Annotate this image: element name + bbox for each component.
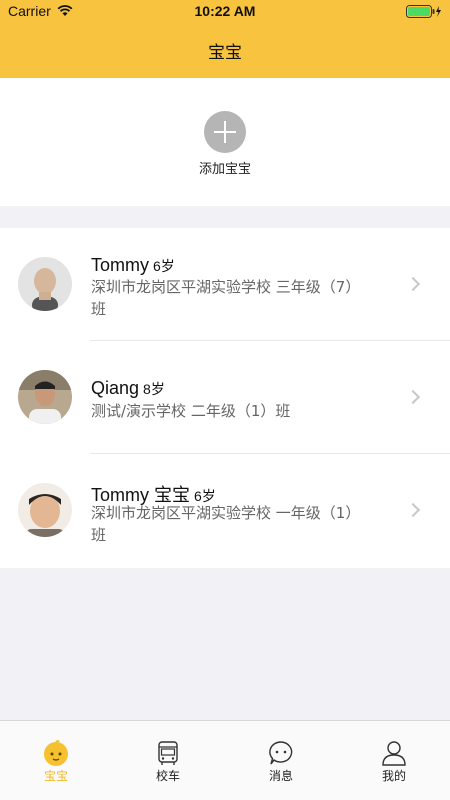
child-name: Qiang — [91, 378, 140, 398]
plus-icon[interactable] — [204, 111, 246, 153]
chevron-right-icon — [405, 389, 421, 405]
child-age: 6岁 — [153, 258, 175, 274]
page-title: 宝宝 — [208, 43, 242, 63]
chat-bubble-icon — [269, 741, 293, 765]
tab-me[interactable]: 我的 — [338, 721, 450, 791]
tab-label: 宝宝 — [43, 769, 68, 783]
child-name-line: Qiang 8岁 — [91, 378, 165, 399]
status-bar: Carrier 10:22 AM — [0, 0, 450, 22]
tab-label: 我的 — [381, 769, 406, 783]
children-list: Tommy 6岁 深圳市龙岗区平湖实验学校 三年级（7）班 Qiang 8岁 测试/… — [0, 228, 450, 568]
child-name-line: Tommy 6岁 — [91, 255, 175, 276]
bus-icon — [158, 741, 178, 765]
chevron-right-icon — [405, 276, 421, 292]
child-name: Tommy — [91, 255, 149, 275]
tab-label: 消息 — [268, 769, 293, 783]
list-item[interactable]: Tommy 宝宝 6岁 深圳市龙岗区平湖实验学校 一年级（1）班 — [0, 454, 450, 567]
child-school: 深圳市龙岗区平湖实验学校 一年级（1）班 — [91, 504, 361, 544]
tab-bar: 宝宝 校车 消息 我的 — [0, 720, 450, 800]
avatar — [18, 483, 72, 537]
chevron-right-icon — [405, 502, 421, 518]
list-item[interactable]: Tommy 6岁 深圳市龙岗区平湖实验学校 三年级（7）班 — [0, 228, 450, 341]
child-school: 深圳市龙岗区平湖实验学校 三年级（7）班 — [91, 278, 361, 318]
tab-bus[interactable]: 校车 — [112, 721, 224, 791]
tab-baby[interactable]: 宝宝 — [0, 721, 112, 791]
tab-messages[interactable]: 消息 — [225, 721, 337, 791]
status-time: 10:22 AM — [194, 3, 256, 19]
child-age: 8岁 — [143, 381, 165, 397]
list-item[interactable]: Qiang 8岁 测试/演示学校 二年级（1）班 — [0, 341, 450, 454]
add-baby-label[interactable]: 添加宝宝 — [0, 158, 450, 177]
person-icon — [382, 741, 406, 766]
tab-label: 校车 — [155, 769, 180, 783]
avatar — [18, 257, 72, 311]
baby-face-icon — [44, 740, 68, 766]
child-school: 测试/演示学校 二年级（1）班 — [91, 402, 291, 420]
battery-icon — [406, 5, 441, 18]
add-baby-section: 添加宝宝 — [0, 78, 450, 206]
navigation-header: Carrier 10:22 AM 宝宝 — [0, 0, 450, 78]
avatar — [18, 370, 72, 424]
